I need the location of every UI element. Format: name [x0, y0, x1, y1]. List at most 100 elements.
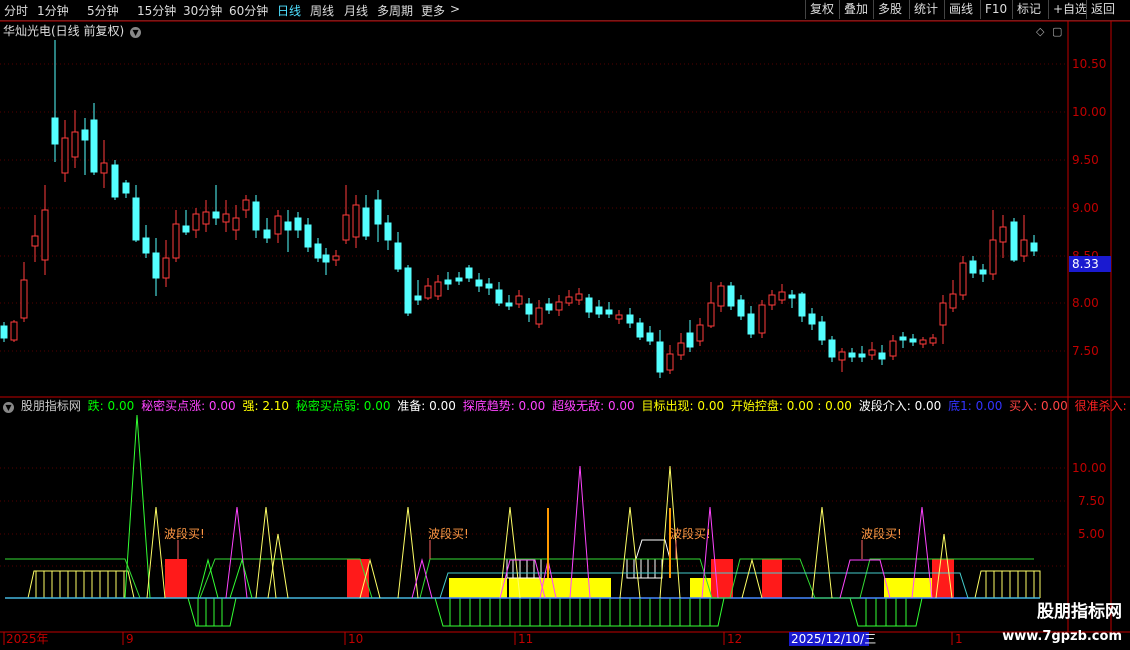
indicator-item: 秘密买点涨: 0.00 [141, 399, 236, 413]
buy-signal-label: 波段买! [428, 526, 469, 541]
indicator-item: 底1: 0.00 [948, 399, 1003, 413]
candle-up [1020, 239, 1028, 257]
candle-down [90, 119, 98, 173]
candle-up [959, 262, 967, 296]
candle-up [232, 217, 240, 231]
candle-up [31, 235, 39, 247]
green-hatch-zones [187, 597, 923, 627]
candle-down [111, 164, 119, 198]
candle-down [828, 339, 836, 358]
candle-down [848, 352, 856, 358]
candle-down [212, 211, 220, 219]
candle-down [788, 294, 796, 299]
price-tick: 8.00 [1072, 296, 1099, 310]
candle-down [322, 254, 330, 263]
date-label: 11 [518, 632, 533, 646]
stock-title-label: 华灿光电(日线 前复权) [3, 24, 125, 38]
candle-down [394, 242, 402, 270]
candle-up [696, 324, 704, 342]
candle-up [575, 293, 583, 301]
candle-down [737, 299, 745, 317]
stock-title: 华灿光电(日线 前复权) ▼ [3, 22, 142, 39]
candle-down [878, 352, 886, 360]
candle-down [384, 222, 392, 241]
candle-down [142, 237, 150, 254]
candle-down [636, 322, 644, 338]
candle-up [989, 239, 997, 275]
candle-down [182, 225, 190, 233]
candle-up [939, 302, 947, 326]
candle-up [10, 321, 18, 341]
candle-down [909, 338, 917, 343]
buy-signal-label: 波段买! [164, 526, 205, 541]
candle-down [495, 289, 503, 304]
indicator-item: 跌: 0.00 [87, 399, 135, 413]
candle-up [889, 340, 897, 357]
candle-down [525, 303, 533, 315]
candle-down [362, 207, 370, 237]
candle-up [162, 257, 170, 279]
hatch-zone-left [27, 570, 135, 599]
candle-up [666, 353, 674, 371]
orange-markers [547, 508, 671, 578]
candle-up [999, 226, 1007, 243]
yellow-spike [255, 506, 277, 599]
candle-down [808, 313, 816, 325]
candle-up [919, 339, 927, 345]
candle-down [605, 309, 613, 315]
candle-down [1030, 242, 1038, 252]
candle-up [71, 131, 79, 158]
watermark-name: 股朋指标网 [1037, 602, 1122, 622]
candle-down [747, 313, 755, 335]
price-tick: 9.50 [1072, 153, 1099, 167]
candle-down [0, 325, 8, 339]
indicator-plot: 波段买! 波段买! 波段买! 波段买! [5, 414, 1041, 627]
indicator-item: 开始控盘: 0.00 : 0.00 [730, 399, 852, 413]
candle-down [646, 332, 654, 342]
last-price-value: 8.33 [1072, 257, 1099, 271]
candle-down [818, 321, 826, 341]
candle-down [455, 277, 463, 282]
candle-down [263, 229, 271, 239]
yellow-spike [397, 506, 419, 599]
date-label: 2025年 [6, 632, 49, 646]
candlestick-series [0, 40, 1038, 378]
title-dropdown-icon[interactable]: ▼ [130, 27, 142, 38]
candle-down [81, 129, 89, 141]
candle-up [555, 301, 563, 311]
candle-down [465, 267, 473, 279]
indicator-item: 秘密买点弱: 0.00 [295, 399, 391, 413]
buy-signal-label: 波段买! [861, 526, 902, 541]
restore-icon[interactable]: ▢ [1052, 25, 1062, 38]
candle-down [686, 332, 694, 348]
watermark-url: www.7gpzb.com [1002, 629, 1122, 644]
diamond-icon[interactable]: ◇ [1036, 25, 1045, 38]
date-axis: 2025年 9 10 11 12 2025/12/10/三 1 [3, 632, 963, 646]
candle-down [626, 314, 634, 324]
buy-signal-label: 波段买! [670, 526, 711, 541]
candle-down [485, 283, 493, 289]
indicator-axis-ticks: 10.00 7.50 5.00 [1072, 461, 1106, 541]
indicator-item: 探底趋势: 0.00 [462, 399, 546, 413]
green-spike [124, 414, 151, 599]
candle-up [838, 351, 846, 361]
candle-up [565, 296, 573, 304]
price-tick: 10.50 [1072, 57, 1106, 71]
candle-down [284, 221, 292, 231]
candle-down [132, 197, 140, 241]
yellow-spike [619, 506, 641, 599]
date-label: 9 [126, 632, 134, 646]
date-label: 10 [348, 632, 363, 646]
chart-canvas[interactable]: 10.50 10.00 9.50 9.00 8.50 8.00 7.50 8.3… [0, 0, 1130, 650]
price-grid [0, 63, 1068, 352]
candle-up [242, 199, 250, 211]
indicator-item: 股朋指标网 [20, 399, 81, 413]
candle-down [404, 267, 412, 314]
date-label: 12 [727, 632, 742, 646]
yellow-bars [449, 578, 932, 598]
candle-up [707, 302, 715, 327]
candle-up [758, 304, 766, 334]
indicator-dropdown-icon[interactable]: ▼ [3, 402, 14, 413]
indicator-tick: 7.50 [1078, 494, 1105, 508]
candle-up [41, 209, 49, 261]
